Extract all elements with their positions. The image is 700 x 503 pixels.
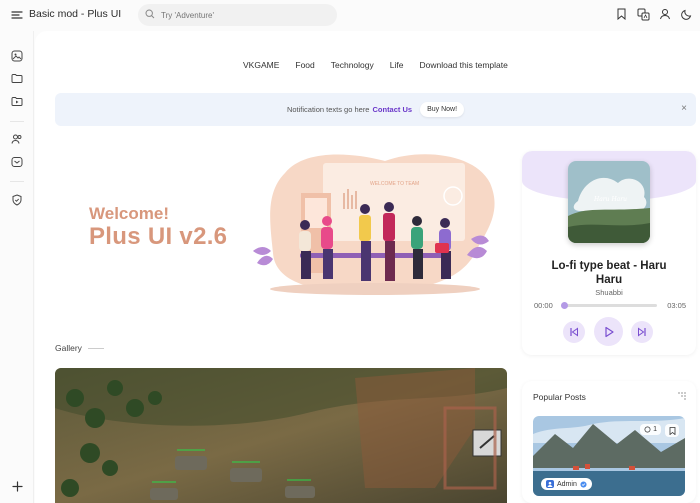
bookmark-icon[interactable] (614, 7, 628, 21)
bookmark-icon (669, 426, 675, 435)
popular-posts-title: Popular Posts (533, 392, 586, 402)
users-icon[interactable] (10, 132, 24, 146)
progress-bar[interactable] (561, 302, 657, 309)
menu-icon[interactable] (11, 8, 23, 20)
previous-icon (570, 327, 578, 337)
time-total: 03:05 (667, 301, 686, 310)
hero-welcome: Welcome! (89, 204, 169, 223)
comment-badge[interactable]: 1 (640, 424, 661, 435)
search-bar[interactable] (138, 4, 337, 26)
left-sidebar (0, 31, 34, 503)
gallery-image[interactable] (55, 368, 507, 503)
notification-bar: Notification texts go here Contact Us Bu… (55, 93, 696, 126)
team-illustration: WELCOME TO TEAM (253, 154, 495, 295)
search-input[interactable] (161, 10, 321, 20)
add-icon[interactable] (10, 479, 24, 493)
dark-mode-icon[interactable] (680, 7, 694, 21)
notification-text: Notification texts go here (286, 105, 370, 114)
dots-icon (678, 392, 686, 400)
next-icon (638, 327, 646, 337)
gallery-underline (87, 347, 104, 349)
illustration-caption: WELCOME TO TEAM (370, 181, 419, 187)
search-icon (145, 6, 155, 24)
nav-link-life[interactable]: Life (382, 60, 412, 70)
bookmark-post-button[interactable] (665, 424, 679, 437)
author-name: Admin (557, 480, 577, 488)
top-header: Basic mod - Plus UI (0, 0, 700, 31)
sidebar-divider (10, 181, 24, 182)
previous-track-button[interactable] (563, 321, 585, 343)
progress-knob[interactable] (561, 302, 568, 309)
main-content: VKGAME Food Technology Life Download thi… (35, 31, 700, 503)
next-track-button[interactable] (631, 321, 653, 343)
popular-post-image[interactable]: 1 Admin (533, 416, 685, 496)
hero-banner[interactable]: Welcome! Plus UI v2.6 WELCOME TO TEAM (55, 143, 507, 315)
play-icon (604, 326, 614, 337)
nav-link-technology[interactable]: Technology (323, 60, 382, 70)
play-button[interactable] (594, 317, 623, 346)
verified-icon (580, 480, 587, 488)
author-badge[interactable]: Admin (541, 478, 592, 490)
nav-link-food[interactable]: Food (287, 60, 322, 70)
folder-icon[interactable] (10, 71, 24, 85)
play-folder-icon[interactable] (10, 94, 24, 108)
album-cover: Haru Haru (568, 161, 650, 243)
music-player: Haru Haru Lo-fi type beat - Haru Haru Sh… (522, 151, 696, 355)
nav-link-download[interactable]: Download this template (411, 60, 515, 70)
top-nav: VKGAME Food Technology Life Download thi… (235, 60, 516, 70)
nav-link-vkgame[interactable]: VKGAME (235, 60, 287, 70)
avatar (546, 480, 554, 488)
time-current: 00:00 (534, 301, 553, 310)
translate-icon[interactable] (636, 7, 650, 21)
song-title: Lo-fi type beat - Haru Haru (551, 260, 667, 286)
gallery-heading: Gallery (55, 343, 104, 353)
user-icon[interactable] (658, 7, 672, 21)
buy-now-button[interactable]: Buy Now! (420, 102, 465, 117)
sidebar-divider (10, 121, 24, 122)
gallery-label: Gallery (55, 343, 82, 353)
contact-us-link[interactable]: Contact Us (372, 105, 412, 114)
shield-icon[interactable] (10, 193, 24, 207)
site-title[interactable]: Basic mod - Plus UI (29, 8, 121, 20)
inbox-icon[interactable] (10, 155, 24, 169)
image-icon[interactable] (10, 49, 24, 63)
close-icon[interactable]: × (681, 103, 687, 114)
popular-posts-widget: Popular Posts 1 Admin (522, 381, 696, 503)
comment-count: 1 (653, 426, 657, 433)
artist-name: Shuabbi (595, 288, 623, 297)
album-text: Haru Haru (593, 196, 627, 203)
hero-version: Plus UI v2.6 (89, 223, 228, 250)
comment-icon (644, 426, 651, 433)
